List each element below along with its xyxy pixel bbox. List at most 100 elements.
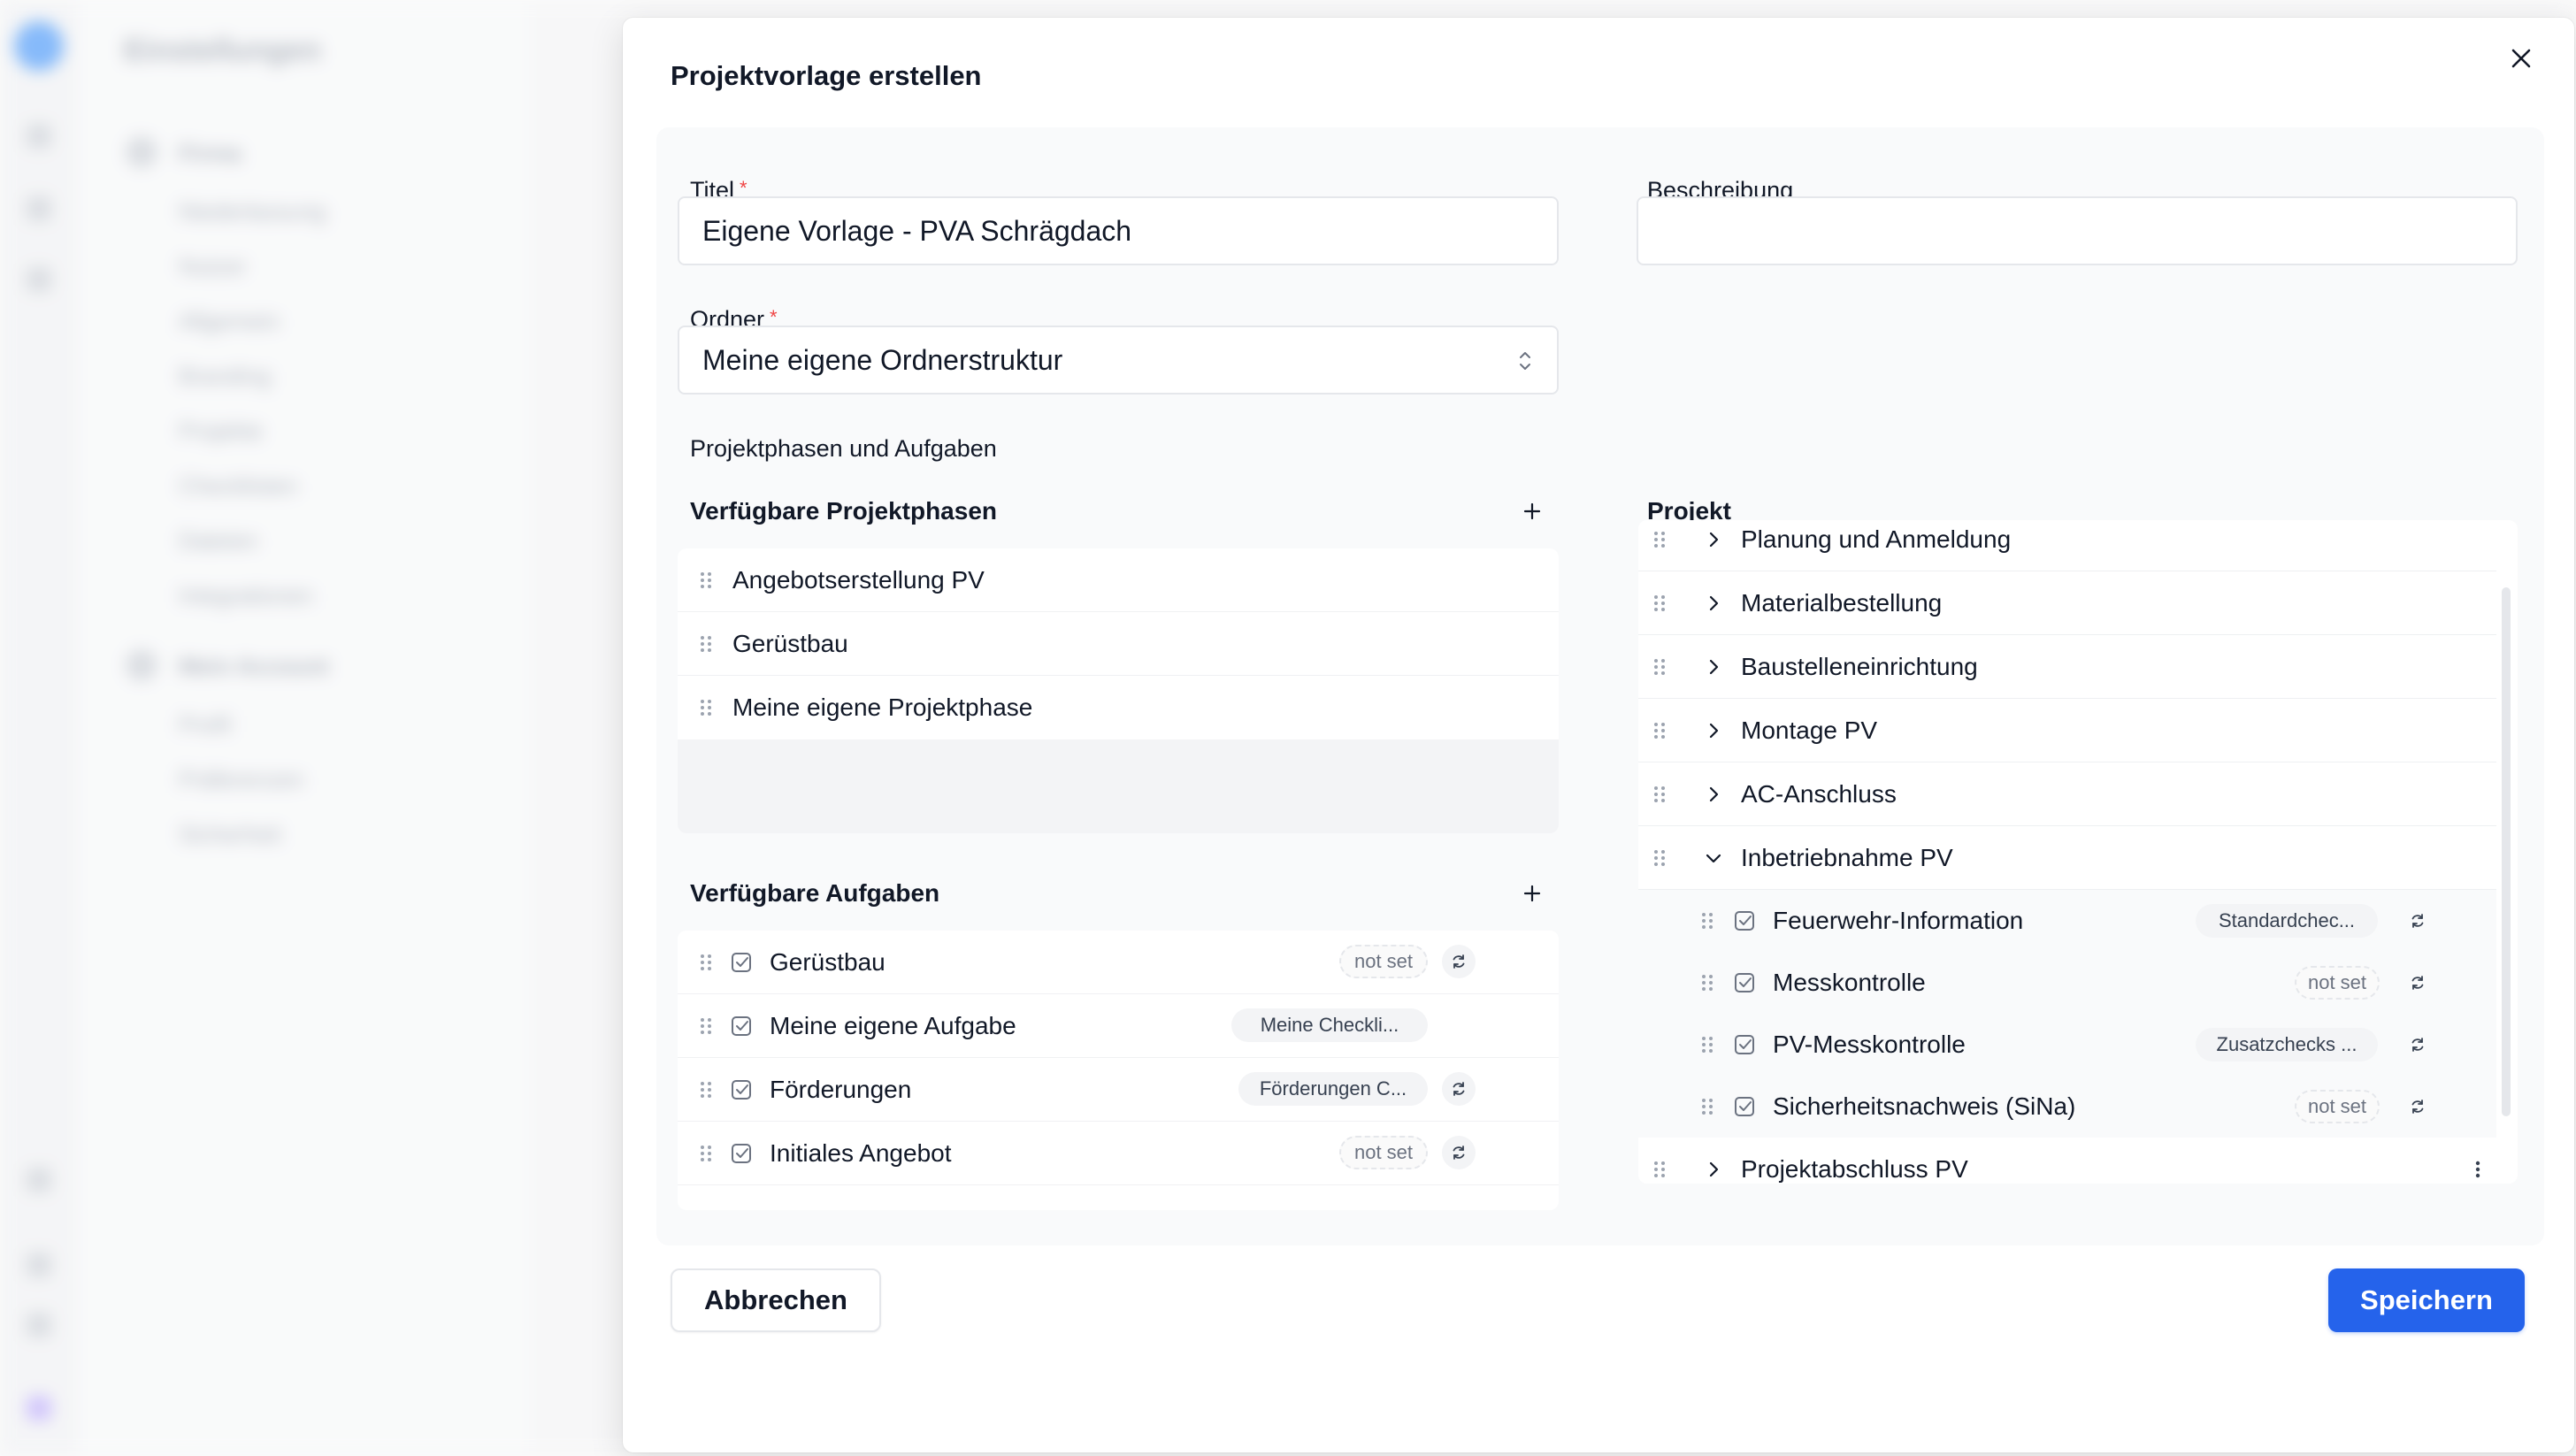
- chevron-right-icon[interactable]: [1704, 721, 1723, 740]
- drag-handle-icon[interactable]: [1698, 972, 1716, 993]
- refresh-icon: [1453, 954, 1465, 969]
- bg-nav-item: Sicherheit: [179, 821, 281, 847]
- task-checkbox-icon: [1735, 1097, 1754, 1116]
- available-tasks-heading: Verfügbare Aufgaben: [690, 879, 940, 907]
- sync-button[interactable]: [2401, 966, 2434, 1000]
- checklist-badge[interactable]: not set: [1339, 945, 1428, 978]
- project-phase[interactable]: Planung und Anmeldung: [1638, 520, 2496, 571]
- available-phases-heading: Verfügbare Projektphasen: [690, 497, 998, 525]
- title-input[interactable]: [678, 196, 1559, 265]
- project-task[interactable]: Sicherheitsnachweis (SiNa) not set: [1638, 1076, 2496, 1138]
- drag-handle-icon[interactable]: [1651, 784, 1668, 805]
- drag-handle-icon[interactable]: [1698, 1034, 1716, 1055]
- project-phase[interactable]: Montage PV: [1638, 699, 2496, 762]
- drag-handle-icon[interactable]: [1651, 593, 1668, 614]
- project-phase-label: Montage PV: [1741, 717, 1878, 744]
- save-button[interactable]: Speichern: [2328, 1268, 2525, 1332]
- tree-scrollbar-thumb[interactable]: [2502, 587, 2511, 1116]
- sync-button[interactable]: [2401, 904, 2434, 938]
- drag-handle-icon[interactable]: [1698, 910, 1716, 931]
- drag-handle-icon[interactable]: [697, 1015, 715, 1037]
- checklist-badge[interactable]: not set: [1339, 1136, 1428, 1169]
- drag-handle-icon[interactable]: [697, 952, 715, 973]
- project-phase[interactable]: Projektabschluss PV: [1638, 1138, 2518, 1184]
- project-phase[interactable]: Materialbestellung: [1638, 571, 2496, 635]
- description-input[interactable]: [1637, 196, 2518, 265]
- refresh-icon: [1453, 1082, 1465, 1096]
- project-task-label: Feuerwehr-Information: [1773, 907, 2024, 934]
- project-task[interactable]: Feuerwehr-Information Standardchec...: [1638, 890, 2496, 952]
- drag-handle-icon[interactable]: [697, 1143, 715, 1164]
- bg-nav-item: Nutzer: [179, 253, 247, 280]
- sync-button[interactable]: [1442, 1072, 1476, 1106]
- project-phase-expanded[interactable]: Inbetriebnahme PV: [1638, 826, 2496, 890]
- folder-select[interactable]: Meine eigene Ordnerstruktur: [678, 326, 1559, 395]
- add-task-button[interactable]: [1516, 877, 1548, 909]
- phase-item-label: Angebotserstellung PV: [732, 566, 985, 594]
- drag-handle-icon[interactable]: [697, 1079, 715, 1100]
- tree-scrollbar[interactable]: [2500, 587, 2512, 1118]
- project-phase-label: Materialbestellung: [1741, 589, 1943, 617]
- drag-handle-icon[interactable]: [697, 633, 715, 655]
- phase-item[interactable]: Meine eigene Projektphase: [678, 676, 1559, 739]
- company-icon: [126, 136, 157, 168]
- project-task[interactable]: Messkontrolle not set: [1638, 952, 2496, 1014]
- phase-item[interactable]: Gerüstbau: [678, 612, 1559, 676]
- bg-nav-item: Profil: [179, 711, 232, 738]
- rail-help-icon: [27, 1253, 51, 1277]
- checklist-badge[interactable]: Förderungen C...: [1238, 1072, 1428, 1106]
- project-phase-label: Planung und Anmeldung: [1741, 525, 2012, 553]
- background-rail: [0, 0, 78, 1456]
- task-item[interactable]: Förderungen Förderungen C...: [678, 1058, 1559, 1122]
- task-item-label: Meine eigene Aufgabe: [770, 1012, 1016, 1039]
- plus-icon: [1523, 885, 1541, 902]
- drag-handle-icon[interactable]: [1651, 529, 1668, 550]
- task-item[interactable]: Gerüstbau not set: [678, 931, 1559, 994]
- phase-item[interactable]: Angebotserstellung PV: [678, 548, 1559, 612]
- checklist-badge[interactable]: Meine Checkli...: [1231, 1008, 1428, 1042]
- checklist-badge[interactable]: Zusatzchecks ...: [2196, 1028, 2378, 1061]
- sync-button[interactable]: [1442, 945, 1476, 978]
- chevron-down-icon[interactable]: [1704, 848, 1723, 868]
- project-phase[interactable]: AC-Anschluss: [1638, 762, 2496, 826]
- close-icon: [2511, 49, 2531, 68]
- sync-button[interactable]: [1442, 1136, 1476, 1169]
- chevron-right-icon[interactable]: [1704, 594, 1723, 613]
- drag-handle-icon[interactable]: [697, 697, 715, 718]
- drag-handle-icon[interactable]: [1651, 847, 1668, 869]
- checklist-badge[interactable]: not set: [2295, 966, 2380, 1000]
- project-phase-label: Baustelleneinrichtung: [1741, 653, 1978, 680]
- task-item[interactable]: Initiales Angebot not set: [678, 1122, 1559, 1185]
- phase-item-label: Meine eigene Projektphase: [732, 694, 1033, 721]
- add-phase-button[interactable]: [1516, 495, 1548, 527]
- close-button[interactable]: [2503, 41, 2539, 76]
- sync-button[interactable]: [2401, 1028, 2434, 1061]
- checklist-badge[interactable]: not set: [2295, 1090, 2380, 1123]
- drag-handle-icon[interactable]: [1651, 656, 1668, 678]
- drag-handle-icon[interactable]: [1651, 720, 1668, 741]
- task-item-label: Gerüstbau: [770, 948, 886, 976]
- cancel-button[interactable]: Abbrechen: [671, 1268, 881, 1332]
- checklist-badge[interactable]: Standardchec...: [2196, 904, 2378, 938]
- project-task[interactable]: PV-Messkontrolle Zusatzchecks ...: [1638, 1014, 2496, 1076]
- drag-handle-icon[interactable]: [697, 570, 715, 591]
- available-tasks-list: Gerüstbau not set Meine eigene Aufgabe M…: [678, 931, 1559, 1210]
- sync-button[interactable]: [2401, 1090, 2434, 1123]
- bg-nav-item: Allgemein: [179, 308, 280, 334]
- chevron-right-icon[interactable]: [1704, 1160, 1723, 1179]
- background-title: Einstellungen: [124, 34, 321, 67]
- task-item-label: Förderungen: [770, 1076, 912, 1103]
- project-phase[interactable]: Baustelleneinrichtung: [1638, 635, 2496, 699]
- drag-handle-icon[interactable]: [1651, 1159, 1668, 1180]
- drag-handle-icon[interactable]: [1698, 1096, 1716, 1117]
- more-options-icon[interactable]: [2473, 1159, 2482, 1180]
- chevron-right-icon[interactable]: [1704, 785, 1723, 804]
- refresh-icon: [2411, 976, 2424, 990]
- refresh-icon: [1453, 1146, 1465, 1160]
- task-checkbox-icon: [1735, 1035, 1754, 1054]
- refresh-icon: [2411, 1038, 2424, 1052]
- chevron-right-icon[interactable]: [1704, 530, 1723, 549]
- task-checkbox-icon: [732, 1080, 751, 1100]
- chevron-right-icon[interactable]: [1704, 657, 1723, 677]
- task-item[interactable]: Meine eigene Aufgabe Meine Checkli...: [678, 994, 1559, 1058]
